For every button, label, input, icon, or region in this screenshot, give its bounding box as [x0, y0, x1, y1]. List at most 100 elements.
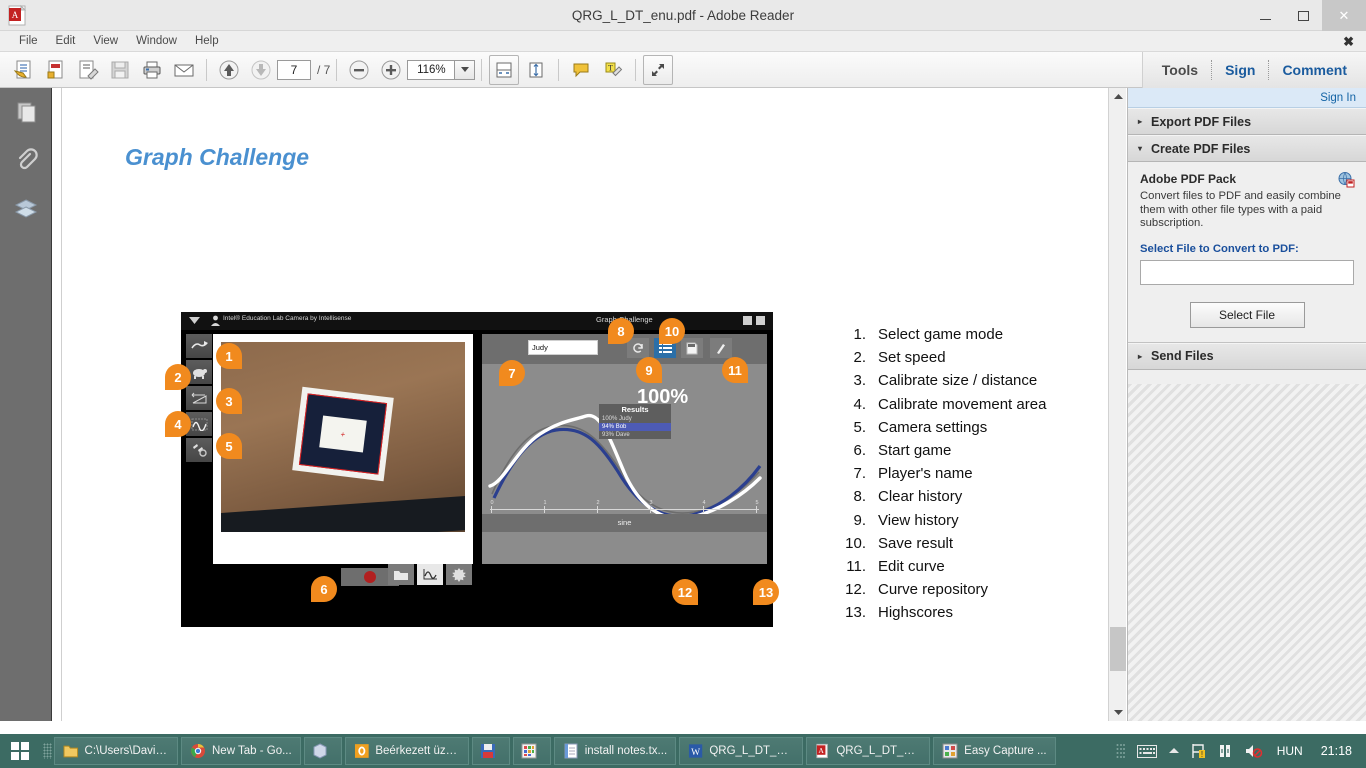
scroll-down-icon[interactable] — [1109, 704, 1127, 721]
player-name-input[interactable]: Judy — [528, 340, 598, 355]
clear-history-icon[interactable] — [627, 338, 649, 358]
menu-edit[interactable]: Edit — [47, 31, 85, 52]
taskbar-item-explorer[interactable]: C:\Users\David... — [54, 737, 178, 765]
sticky-note-icon[interactable] — [566, 55, 596, 85]
taskbar-item-adobe-reader[interactable]: A QRG_L_DT_en... — [806, 737, 931, 765]
select-file-button[interactable]: Select File — [1189, 301, 1305, 328]
list-text: Start game — [878, 441, 952, 459]
figure-left-toolbar — [186, 334, 212, 464]
callout-badge-5: 5 — [216, 433, 242, 459]
attachments-icon[interactable] — [0, 136, 52, 184]
accordion-label: Send Files — [1151, 349, 1214, 363]
menu-window[interactable]: Window — [127, 31, 186, 52]
game-mode-icon[interactable] — [186, 334, 212, 358]
taskbar-item-save-app[interactable] — [471, 737, 510, 765]
close-button[interactable]: ✕ — [1322, 0, 1366, 31]
accordion-create-pdf-files[interactable]: ▾ Create PDF Files — [1128, 135, 1366, 162]
pdf-page: Graph Challenge Intel® Education Lab Cam… — [61, 88, 1100, 721]
curve-repository-icon[interactable] — [388, 564, 414, 585]
callout-badge-7: 7 — [499, 360, 525, 386]
taskbar-clock[interactable]: 21:18 — [1321, 744, 1352, 758]
taskbar-item-easy-capture[interactable]: Easy Capture ... — [933, 737, 1056, 765]
windows-start-icon[interactable] — [0, 734, 40, 768]
maximize-button[interactable] — [1284, 0, 1322, 31]
previous-page-icon[interactable] — [214, 55, 244, 85]
sign-in-link[interactable]: Sign In — [1320, 92, 1356, 104]
select-file-input[interactable] — [1140, 259, 1354, 285]
email-icon[interactable] — [169, 55, 199, 85]
zoom-in-icon[interactable] — [376, 55, 406, 85]
scroll-up-icon[interactable] — [1109, 88, 1127, 105]
list-text: Save result — [878, 534, 954, 552]
minimize-button[interactable] — [1246, 0, 1284, 31]
calculator-icon — [521, 743, 537, 759]
page-number-input[interactable]: 7 — [277, 59, 311, 80]
system-tray: ! HUN 21:18 — [1110, 743, 1366, 759]
show-hidden-icons-icon[interactable] — [1168, 747, 1179, 755]
keyboard-icon[interactable] — [1136, 744, 1157, 758]
zoom-out-icon[interactable] — [344, 55, 374, 85]
x-tick-label: 1 — [543, 500, 547, 506]
outlook-icon — [354, 744, 369, 758]
fit-width-icon[interactable] — [489, 54, 520, 85]
taskbar-item-label: New Tab - Go... — [212, 745, 292, 757]
sign-button[interactable]: Sign — [1212, 62, 1268, 78]
volume-muted-icon[interactable] — [1245, 743, 1263, 759]
menu-help[interactable]: Help — [186, 31, 228, 52]
read-mode-icon[interactable] — [643, 54, 674, 85]
zoom-level-input[interactable]: 116% — [407, 59, 456, 80]
list-number: 1. — [853, 326, 866, 343]
graph-curves — [488, 413, 762, 521]
highscores-icon[interactable] — [446, 564, 472, 585]
page-thumbnails-icon[interactable] — [0, 88, 52, 136]
taskbar-item-chrome[interactable]: New Tab - Go... — [181, 737, 301, 765]
taskbar-item-calculator[interactable] — [512, 737, 551, 765]
print-icon[interactable] — [137, 55, 167, 85]
accordion-send-files[interactable]: ▸ Send Files — [1128, 342, 1366, 370]
edit-curve-icon[interactable] — [710, 338, 732, 358]
create-pdf-icon[interactable] — [41, 55, 71, 85]
comment-button[interactable]: Comment — [1269, 62, 1360, 78]
highlight-text-icon[interactable]: T — [598, 55, 628, 85]
folder-icon — [63, 745, 79, 758]
edit-pdf-icon[interactable] — [73, 55, 103, 85]
chevron-down-icon[interactable] — [455, 59, 476, 80]
list-number: 7. — [853, 465, 866, 483]
action-center-flag-icon[interactable]: ! — [1191, 743, 1207, 759]
plot-axis-label: sine — [482, 514, 767, 532]
tray-grip[interactable] — [1116, 743, 1125, 759]
curve-preview-icon[interactable] — [417, 564, 443, 585]
accordion-export-pdf-files[interactable]: ▸ Export PDF Files — [1128, 108, 1366, 135]
figure-bottom-toolbar — [388, 564, 475, 585]
language-indicator[interactable]: HUN — [1277, 744, 1303, 758]
taskbar-item-word[interactable]: W QRG_L_DT_en... — [679, 737, 804, 765]
fit-page-icon[interactable] — [521, 55, 551, 85]
taskbar-item-notepad[interactable]: install notes.tx... — [553, 737, 677, 765]
menu-file[interactable]: File — [10, 31, 47, 52]
close-document-icon[interactable]: ✖ — [1343, 34, 1354, 50]
vertical-scrollbar[interactable] — [1108, 88, 1126, 721]
callout-badge-3: 3 — [216, 388, 242, 414]
results-row: 100% Judy — [602, 416, 632, 422]
page-title: Graph Challenge — [125, 144, 310, 170]
layers-icon[interactable] — [0, 184, 52, 232]
taskbar-item-store[interactable] — [303, 737, 342, 765]
tools-button[interactable]: Tools — [1149, 62, 1211, 78]
sign-in-bar: Sign In — [1128, 88, 1366, 108]
taskbar-grip[interactable] — [40, 734, 54, 768]
x-axis-line — [490, 509, 759, 510]
save-result-icon[interactable] — [681, 338, 703, 358]
results-row: 93% Dave — [602, 432, 630, 438]
calibrate-size-icon[interactable] — [186, 386, 212, 410]
list-number: 13. — [845, 604, 866, 622]
taskbar-item-outlook[interactable]: Beérkezett üze... — [344, 737, 469, 765]
menu-view[interactable]: View — [84, 31, 127, 52]
results-popup: Results 100% Judy 94% Bob 93% Dave — [599, 404, 671, 439]
x-tick — [703, 506, 704, 513]
scrollbar-thumb[interactable] — [1110, 627, 1126, 671]
document-viewport[interactable]: Graph Challenge Intel® Education Lab Cam… — [53, 88, 1108, 721]
network-icon[interactable] — [1219, 743, 1233, 759]
camera-settings-icon[interactable] — [186, 438, 212, 462]
open-file-icon[interactable] — [9, 55, 39, 85]
callout-badge-6: 6 — [311, 576, 337, 602]
